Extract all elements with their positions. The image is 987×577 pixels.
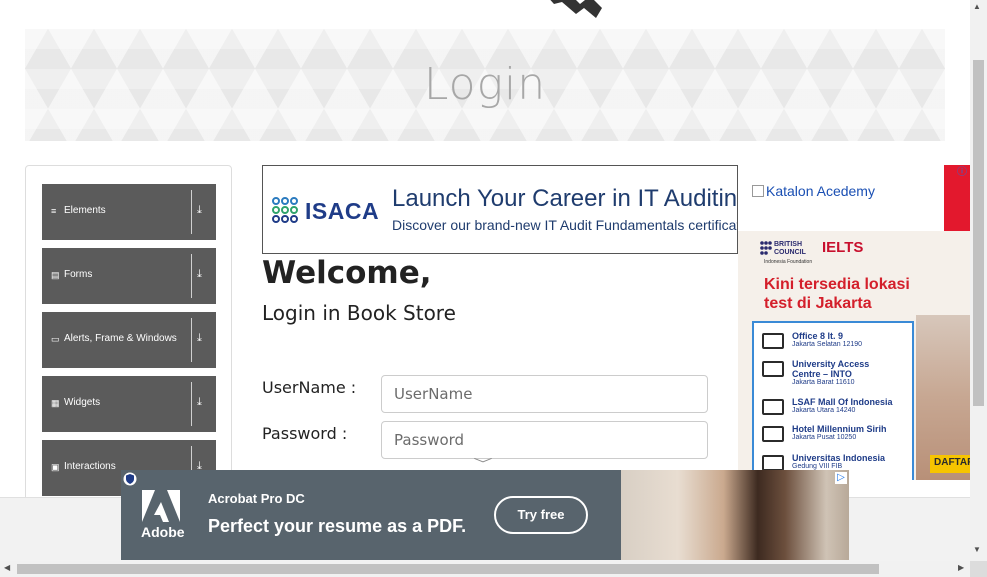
- shield-icon[interactable]: [123, 472, 137, 486]
- building-icon: [762, 455, 784, 471]
- location-list: Office 8 lt. 9 Jakarta Selatan 12190 Uni…: [752, 321, 914, 480]
- ad-headline: Launch Your Career in IT Auditing: [392, 185, 738, 212]
- adobe-logo-icon: [142, 490, 180, 522]
- ielts-ad[interactable]: BRITISH COUNCIL IELTS Indonesia Foundati…: [738, 231, 970, 480]
- download-arrow-icon: ⤓: [197, 396, 202, 408]
- daftar-button[interactable]: DAFTAR: [930, 455, 970, 473]
- username-label: UserName :: [262, 378, 357, 397]
- location-address: Jakarta Selatan 12190: [792, 341, 863, 348]
- sidebar-item-widgets[interactable]: ▦ Widgets ⤓: [42, 376, 216, 432]
- adobe-ad-banner[interactable]: Adobe Acrobat Pro DC Perfect your resume…: [121, 470, 849, 560]
- password-input[interactable]: [381, 421, 708, 459]
- bc-line-1: BRITISH: [774, 241, 802, 248]
- ad-photo: [621, 470, 849, 560]
- grid-icon: ▦: [51, 398, 60, 408]
- password-label: Password :: [262, 424, 348, 443]
- ad-product-name: Acrobat Pro DC: [208, 491, 305, 506]
- divider: [191, 190, 192, 234]
- location-address: Gedung VIII FIB: [792, 463, 843, 470]
- sidebar-item-label: Forms: [64, 269, 93, 280]
- scroll-left-arrow-icon[interactable]: ◀: [4, 563, 10, 572]
- location-name: Hotel Millennium Sirih: [792, 424, 887, 434]
- scrollbar-corner: [970, 561, 987, 577]
- katalon-alt-text: Katalon Acedemy: [766, 183, 875, 199]
- ad-tagline: Perfect your resume as a PDF.: [208, 516, 467, 536]
- ielts-foundation-text: Indonesia Foundation: [764, 259, 813, 265]
- sidebar: ≡ Elements ⤓ ▤ Forms ⤓ ▭ Alerts, Frame &…: [25, 165, 232, 505]
- list-icon: ≡: [51, 206, 57, 216]
- broken-image-icon: [752, 185, 764, 197]
- interactions-icon: ▣: [51, 462, 60, 472]
- isaca-logo: ISACA: [271, 196, 379, 224]
- isaca-logo-text: ISACA: [305, 198, 380, 224]
- ielts-headline: Kini tersedia lokasi test di Jakarta: [764, 275, 910, 313]
- sidebar-item-forms[interactable]: ▤ Forms ⤓: [42, 248, 216, 304]
- scroll-up-arrow-icon[interactable]: ▲: [973, 2, 981, 11]
- side-ad[interactable]: ⓘ Katalon Acedemy BRITISH COUNCIL IELTS …: [738, 165, 970, 480]
- british-council-logo: BRITISH COUNCIL: [774, 241, 806, 257]
- location-name-line-2: Centre – INTO: [792, 369, 852, 379]
- adobe-brand-text: Adobe: [141, 524, 185, 540]
- browser-viewport: Login ≡ Elements ⤓ ▤ Forms ⤓ ▭ Alerts, F…: [0, 0, 987, 577]
- ad-info-icon[interactable]: ⓘ: [956, 167, 968, 179]
- building-icon: [762, 333, 784, 349]
- vertical-scroll-thumb[interactable]: [973, 60, 984, 406]
- location-name: Universitas Indonesia: [792, 453, 886, 463]
- try-free-button[interactable]: Try free: [494, 496, 588, 534]
- sidebar-item-elements[interactable]: ≡ Elements ⤓: [42, 184, 216, 240]
- login-subtitle: Login in Book Store: [262, 301, 456, 325]
- building-icon: [762, 426, 784, 442]
- katalon-ad-image[interactable]: Katalon Acedemy: [752, 183, 875, 199]
- building-icon: [762, 399, 784, 415]
- sidebar-item-label: Elements: [64, 205, 106, 216]
- building-icon: [762, 361, 784, 377]
- ielts-logo: IELTS: [822, 239, 864, 256]
- sidebar-item-label: Alerts, Frame & Windows: [64, 333, 177, 344]
- sidebar-item-label: Widgets: [64, 397, 101, 408]
- location-address: Jakarta Pusat 10250: [792, 434, 857, 441]
- site-logo-icon[interactable]: [540, 0, 602, 18]
- download-arrow-icon: ⤓: [197, 332, 202, 344]
- download-arrow-icon: ⤓: [197, 204, 202, 216]
- ielts-headline-line-2: test di Jakarta: [764, 295, 872, 312]
- sidebar-item-label: Interactions: [64, 461, 116, 472]
- scroll-right-arrow-icon[interactable]: ▶: [958, 563, 964, 572]
- ad-subline: Discover our brand-new IT Audit Fundamen…: [392, 217, 738, 233]
- page-title: Login: [423, 59, 547, 110]
- location-address: Jakarta Barat 11610: [792, 379, 855, 386]
- form-icon: ▤: [51, 270, 60, 280]
- vertical-scrollbar[interactable]: ▲ ▼: [970, 0, 987, 561]
- horizontal-scrollbar[interactable]: ◀ ▶: [0, 561, 970, 577]
- isaca-ad-banner[interactable]: ISACA Launch Your Career in IT Auditing …: [262, 165, 738, 254]
- ielts-headline-line-1: Kini tersedia lokasi: [764, 276, 910, 293]
- horizontal-scroll-thumb[interactable]: [17, 564, 879, 574]
- ad-info-icon[interactable]: ▷: [835, 472, 847, 484]
- isaca-logo-icon: [272, 197, 298, 223]
- scroll-down-arrow-icon[interactable]: ▼: [973, 545, 981, 554]
- sidebar-item-alerts-frame-windows[interactable]: ▭ Alerts, Frame & Windows ⤓: [42, 312, 216, 368]
- british-council-logo-icon: [760, 241, 772, 255]
- location-address: Jakarta Utara 14240: [792, 407, 856, 414]
- location-name: LSAF Mall Of Indonesia: [792, 397, 893, 407]
- window-icon: ▭: [51, 334, 60, 344]
- divider: [191, 382, 192, 426]
- page-banner: Login: [25, 29, 945, 141]
- divider: [191, 254, 192, 298]
- welcome-heading: Welcome,: [262, 255, 432, 291]
- username-input[interactable]: [381, 375, 708, 413]
- location-name: University Access: [792, 359, 870, 369]
- download-arrow-icon: ⤓: [197, 268, 202, 280]
- location-name: Office 8 lt. 9: [792, 331, 844, 341]
- divider: [191, 318, 192, 362]
- bc-line-2: COUNCIL: [774, 249, 806, 256]
